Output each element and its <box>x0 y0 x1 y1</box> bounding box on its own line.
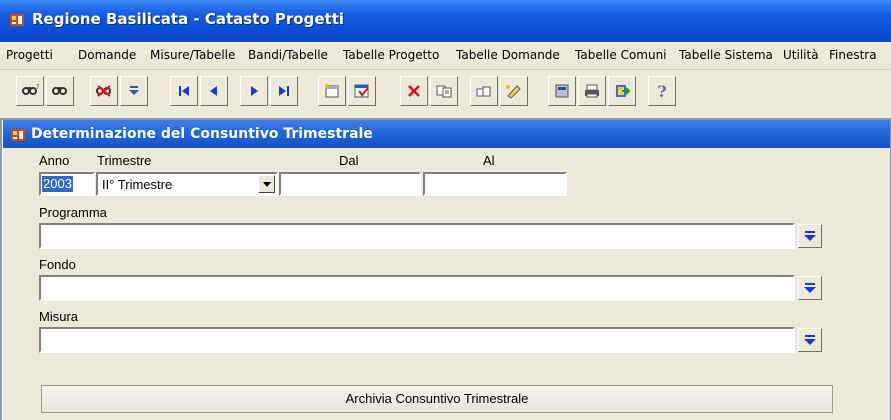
clear-find-icon[interactable] <box>90 76 118 106</box>
menu-item-progetti[interactable]: Progetti <box>6 48 53 62</box>
form-title: Determinazione del Consuntivo Trimestral… <box>31 126 373 142</box>
fondo-field[interactable] <box>39 275 795 301</box>
previous-record-icon[interactable] <box>200 76 228 106</box>
menu-item-tabelle-sistema[interactable]: Tabelle Sistema <box>679 48 773 62</box>
anno-value: 2003 <box>42 176 73 192</box>
menu-item-misure-tabelle[interactable]: Misure/Tabelle <box>150 48 235 62</box>
list-down-icon <box>804 283 816 293</box>
exit-icon[interactable] <box>608 76 636 106</box>
calculator-icon[interactable] <box>548 76 576 106</box>
find-next-icon[interactable] <box>46 76 74 106</box>
toolbar: ? ? <box>0 70 891 119</box>
copy-icon[interactable] <box>430 76 458 106</box>
form-window: Determinazione del Consuntivo Trimestral… <box>2 120 890 420</box>
delete-icon[interactable] <box>400 76 428 106</box>
list-down-icon <box>804 231 816 241</box>
anno-label: Anno <box>39 153 70 168</box>
dal-label: Dal <box>339 153 359 168</box>
trimestre-label: Trimestre <box>97 153 152 168</box>
al-field[interactable] <box>423 172 567 196</box>
archivia-consuntivo-button[interactable]: Archivia Consuntivo Trimestrale <box>41 385 833 413</box>
menu-item-bandi-tabelle[interactable]: Bandi/Tabelle <box>248 48 328 62</box>
programma-field[interactable] <box>39 223 795 249</box>
trimestre-select[interactable]: II° Trimestre <box>96 172 278 196</box>
edit-icon[interactable] <box>500 76 528 106</box>
misura-field[interactable] <box>39 327 795 353</box>
fondo-label: Fondo <box>39 257 76 272</box>
menu-bar: Progetti Domande Misure/Tabelle Bandi/Ta… <box>0 42 891 70</box>
mdi-workspace: Determinazione del Consuntivo Trimestral… <box>0 118 891 420</box>
next-record-icon[interactable] <box>240 76 268 106</box>
window-title: Regione Basilicata - Catasto Progetti <box>32 10 345 28</box>
programma-label: Programma <box>39 205 107 220</box>
first-record-icon[interactable] <box>170 76 198 106</box>
menu-item-tabelle-progetto[interactable]: Tabelle Progetto <box>343 48 439 62</box>
svg-text:?: ? <box>36 83 39 91</box>
menu-item-tabelle-domande[interactable]: Tabelle Domande <box>456 48 560 62</box>
fondo-lov-button[interactable] <box>798 276 822 300</box>
form-title-bar[interactable]: Determinazione del Consuntivo Trimestral… <box>3 120 890 148</box>
list-icon[interactable] <box>120 76 148 106</box>
find-icon[interactable]: ? <box>16 76 44 106</box>
form-icon <box>11 129 25 141</box>
programma-lov-button[interactable] <box>798 224 822 248</box>
print-icon[interactable] <box>578 76 606 106</box>
chevron-down-icon[interactable] <box>258 175 275 193</box>
dal-field[interactable] <box>279 172 421 196</box>
last-record-icon[interactable] <box>270 76 298 106</box>
list-down-icon <box>804 335 816 345</box>
misura-lov-button[interactable] <box>798 328 822 352</box>
app-icon <box>10 14 24 26</box>
menu-item-tabelle-comuni[interactable]: Tabelle Comuni <box>575 48 667 62</box>
menu-item-finestra[interactable]: Finestra <box>829 48 877 62</box>
duplicate-icon[interactable] <box>470 76 498 106</box>
anno-field[interactable]: 2003 <box>39 172 95 196</box>
window-title-bar[interactable]: Regione Basilicata - Catasto Progetti <box>0 0 891 42</box>
menu-item-utilita[interactable]: Utilità <box>783 48 819 62</box>
al-label: Al <box>483 153 495 168</box>
new-record-icon[interactable] <box>318 76 346 106</box>
help-icon[interactable]: ? <box>648 76 676 106</box>
trimestre-value: II° Trimestre <box>102 177 173 192</box>
misura-label: Misura <box>39 309 79 324</box>
menu-item-domande[interactable]: Domande <box>78 48 136 62</box>
save-icon[interactable] <box>348 76 376 106</box>
